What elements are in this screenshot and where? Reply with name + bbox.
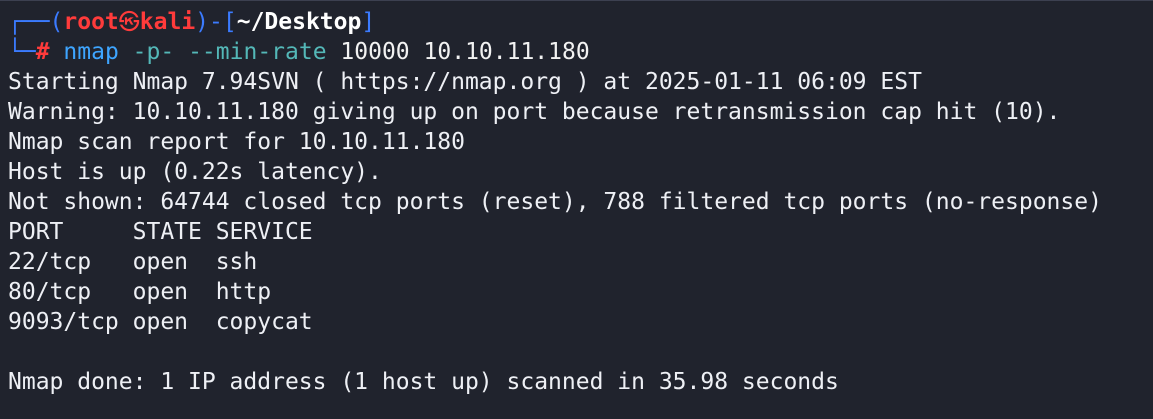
- command-rate-value: 10000: [340, 39, 410, 65]
- prompt-cwd: ~/Desktop: [236, 9, 362, 35]
- output-line-host-status: Host is up (0.22s latency).: [8, 159, 382, 185]
- command-flag-ports: -p-: [132, 39, 175, 65]
- output-line-not-shown: Not shown: 64744 closed tcp ports (reset…: [8, 189, 1102, 215]
- prompt-hash: #: [35, 39, 50, 65]
- port-table-row: 9093/tcp open copycat: [8, 309, 313, 335]
- prompt-box-close: ]: [361, 9, 376, 35]
- port-table-row: 80/tcp open http: [8, 279, 272, 305]
- command-line[interactable]: └─# nmap -p- --min-rate 10000 10.10.11.1…: [8, 37, 1153, 67]
- prompt-box-mid: )-[: [195, 9, 237, 35]
- output-line-warning: Warning: 10.10.11.180 giving up on port …: [8, 99, 1061, 125]
- terminal-window[interactable]: ┌──(root㉿kali)-[~/Desktop] └─# nmap -p- …: [0, 0, 1153, 419]
- prompt-corner: └─: [8, 39, 36, 65]
- skull-icon: ㉿: [118, 10, 140, 34]
- port-table-row: 22/tcp open ssh: [8, 249, 258, 275]
- output-line-start: Starting Nmap 7.94SVN ( https://nmap.org…: [8, 69, 922, 95]
- command-flag-min-rate: --min-rate: [188, 39, 327, 65]
- prompt-host: kali: [139, 9, 196, 35]
- port-table-header: PORT STATE SERVICE: [8, 219, 313, 245]
- prompt-header-line: ┌──(root㉿kali)-[~/Desktop]: [8, 7, 1153, 37]
- output-line-done: Nmap done: 1 IP address (1 host up) scan…: [8, 369, 839, 395]
- command-program: nmap: [63, 39, 119, 65]
- prompt-box-open: ┌──(: [8, 9, 64, 35]
- output-line-report: Nmap scan report for 10.10.11.180: [8, 129, 465, 155]
- command-target: 10.10.11.180: [423, 39, 590, 65]
- prompt-user: root: [63, 9, 119, 35]
- output-line-blank: [8, 337, 1153, 367]
